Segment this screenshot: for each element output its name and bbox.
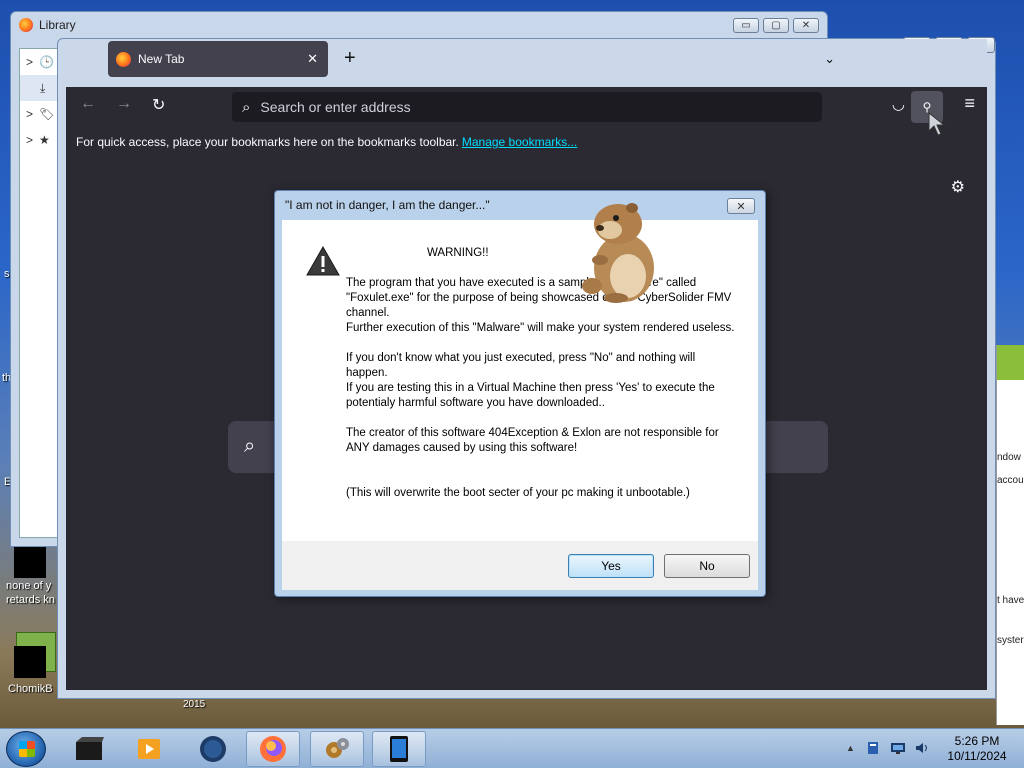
reload-icon[interactable]: ↻: [152, 95, 165, 115]
volume-icon[interactable]: [914, 741, 930, 755]
dialog-close-button[interactable]: ✕: [727, 198, 755, 214]
action-center-icon[interactable]: [866, 741, 882, 755]
pocket-icon[interactable]: ◡: [892, 95, 905, 113]
dialog-message: WARNING!! The program that you have exec…: [346, 246, 736, 516]
expand-arrow-icon: >: [26, 133, 34, 147]
desktop-icon-label: none of y: [6, 580, 52, 592]
hamster-mascot-image: [582, 203, 654, 303]
forward-icon[interactable]: →: [116, 95, 132, 113]
search-icon: ⌕: [244, 435, 256, 457]
maximize-button[interactable]: ▢: [763, 18, 789, 33]
no-button[interactable]: No: [664, 554, 750, 578]
library-window-controls: ▭ ▢ ✕: [733, 18, 819, 33]
dialog-paragraph-3: The creator of this software 404Exceptio…: [346, 427, 719, 454]
manage-bookmarks-link[interactable]: Manage bookmarks...: [462, 135, 577, 149]
dialog-title: "I am not in danger, I am the danger...": [285, 198, 490, 212]
taskbar-settings-app[interactable]: [310, 731, 364, 767]
taskbar-app-1[interactable]: [62, 731, 116, 767]
expand-arrow-icon: >: [26, 107, 34, 121]
menu-icon[interactable]: ≡: [964, 93, 975, 114]
system-clock[interactable]: 5:26 PM 10/11/2024: [938, 734, 1016, 764]
dialog-paragraph-4: (This will overwrite the boot secter of …: [346, 487, 690, 499]
clock-icon: 🕒: [39, 55, 54, 69]
desktop-year-label: 2015: [183, 699, 206, 710]
windows-logo-icon: [19, 741, 35, 757]
firefox-logo-icon: [116, 51, 131, 67]
bookmarks-toolbar: For quick access, place your bookmarks h…: [66, 127, 987, 157]
fragment-text-1: ndow: [997, 452, 1021, 463]
clock-date: 10/11/2024: [947, 749, 1007, 763]
new-tab-button[interactable]: +: [344, 47, 356, 70]
background-green-bar: [997, 345, 1024, 380]
desktop-text-1: s: [4, 268, 10, 280]
clock-time: 5:26 PM: [954, 734, 1000, 748]
navigation-toolbar: ← → ↻ ⌕ Search or enter address ◡ ⚲ ≡: [66, 87, 987, 127]
list-all-tabs-button[interactable]: ⌄: [824, 51, 835, 67]
tab-new-tab[interactable]: New Tab ✕: [108, 41, 328, 77]
close-tab-icon[interactable]: ✕: [307, 51, 318, 67]
dialog-button-bar: Yes No: [282, 541, 758, 590]
address-bar[interactable]: ⌕ Search or enter address: [232, 92, 822, 122]
dialog-body: WARNING!! The program that you have exec…: [282, 220, 758, 541]
background-window-fragment: ndow accoun t have syster: [996, 345, 1024, 725]
dialog-paragraph-1: The program that you have executed is a …: [346, 277, 735, 334]
address-placeholder: Search or enter address: [260, 99, 411, 115]
gears-icon: [326, 738, 349, 758]
firefox-logo-icon: [19, 18, 33, 32]
app-black-box-icon: [76, 737, 104, 760]
fragment-text-4: syster: [997, 635, 1024, 646]
library-title: Library: [39, 18, 76, 32]
tablet-icon: [390, 736, 408, 762]
show-hidden-icons-button[interactable]: ▲: [846, 743, 855, 753]
taskbar-firefox[interactable]: [246, 731, 300, 767]
desktop-icon-2[interactable]: [14, 646, 46, 678]
gear-icon[interactable]: ⚙: [951, 177, 965, 197]
taskbar-media-player[interactable]: [122, 731, 176, 767]
tag-icon: 🏷: [39, 107, 55, 121]
yes-button[interactable]: Yes: [568, 554, 654, 578]
warning-dialog[interactable]: "I am not in danger, I am the danger..."…: [274, 190, 766, 597]
bookmarks-message: For quick access, place your bookmarks h…: [76, 135, 459, 149]
back-icon[interactable]: ←: [80, 95, 96, 113]
desktop-icon-label-2: retards kn: [6, 594, 55, 606]
dialog-paragraph-2: If you don't know what you just executed…: [346, 352, 715, 409]
media-player-icon: [138, 739, 160, 759]
taskbar-tablet-app[interactable]: [372, 731, 426, 767]
desktop-icon[interactable]: [14, 546, 46, 578]
firefox-icon: [260, 736, 286, 762]
close-button[interactable]: ✕: [793, 18, 819, 33]
star-icon: ★: [39, 133, 50, 147]
download-icon: ⤓: [40, 80, 46, 95]
fragment-text-3: t have: [997, 595, 1024, 606]
start-button[interactable]: [6, 731, 46, 767]
taskbar: ▲ 5:26 PM 10/11/2024: [0, 728, 1024, 768]
fragment-text-2: accoun: [997, 475, 1024, 486]
network-icon[interactable]: [890, 741, 906, 755]
library-titlebar[interactable]: Library: [11, 12, 827, 38]
mouse-cursor-icon: [928, 112, 946, 136]
expand-arrow-icon: >: [26, 55, 34, 69]
tab-title: New Tab: [138, 52, 185, 66]
taskbar-app-globe[interactable]: [186, 731, 240, 767]
search-icon: ⌕: [242, 98, 251, 116]
globe-icon: [200, 736, 226, 762]
warning-icon: [306, 246, 340, 276]
tab-strip: New Tab ✕ + ⌄: [66, 39, 987, 87]
minimize-button[interactable]: ▭: [733, 18, 759, 33]
desktop-icon-label-3: ChomikB: [8, 683, 53, 695]
